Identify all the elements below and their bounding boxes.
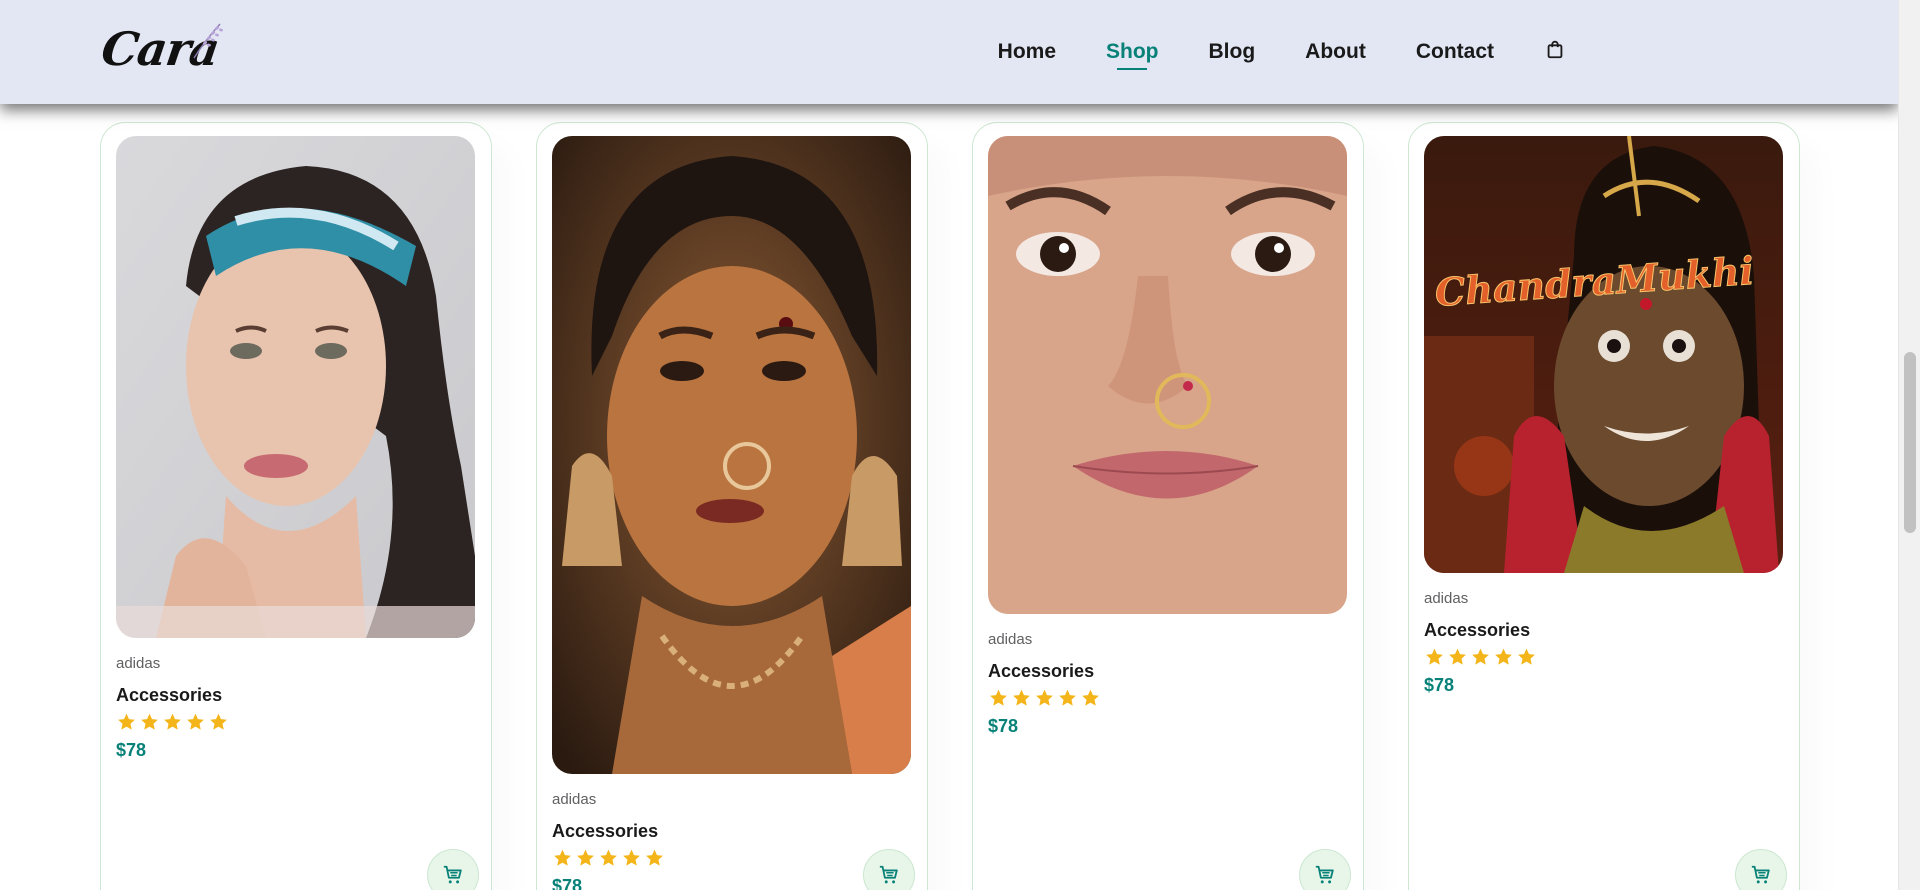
product-title: Accessories [1424, 620, 1531, 640]
star-icon [554, 849, 571, 866]
product-card[interactable]: ChandraMukhi adidas Accessories $78 [1408, 122, 1800, 890]
cart-icon [1751, 865, 1770, 884]
product-image-woman-with-nose-ring-and-earrings[interactable] [552, 136, 911, 774]
star-icon [1059, 689, 1076, 706]
product-price: $78 [1424, 675, 1455, 695]
product-title: Accessories [116, 685, 223, 705]
product-description: adidas Accessories $78 [552, 791, 667, 890]
product-rating [1424, 647, 1539, 667]
cart-icon [1315, 865, 1334, 884]
product-price: $78 [116, 740, 147, 760]
product-rating [116, 712, 231, 732]
nav-item-about: About [1305, 40, 1366, 64]
product-brand: adidas [552, 791, 597, 808]
star-icon [1082, 689, 1099, 706]
star-icon [1472, 648, 1489, 665]
product-rating [988, 688, 1103, 708]
product-brand: adidas [1424, 590, 1469, 607]
product-grid: adidas Accessories $78 adidas Accessorie… [100, 122, 1800, 890]
nav-link-shop[interactable]: Shop [1106, 40, 1159, 64]
star-icon [990, 689, 1007, 706]
star-icon [577, 849, 594, 866]
star-icon [623, 849, 640, 866]
nav-link-blog[interactable]: Blog [1209, 40, 1256, 64]
nav-link-home[interactable]: Home [998, 40, 1056, 64]
product-price: $78 [552, 876, 583, 890]
product-title: Accessories [552, 821, 659, 841]
nav-item-home: Home [998, 40, 1056, 64]
star-icon [118, 713, 135, 730]
product-card[interactable]: adidas Accessories $78 [100, 122, 492, 890]
product-brand: adidas [116, 655, 161, 672]
star-icon [141, 713, 158, 730]
lavender-sprig-icon [193, 23, 223, 59]
scrollbar-thumb[interactable] [1904, 352, 1916, 533]
star-icon [600, 849, 617, 866]
vertical-scrollbar[interactable] [1898, 0, 1920, 890]
add-to-cart-button[interactable] [427, 849, 479, 890]
product-image-closeup-nose-ring[interactable] [988, 136, 1347, 614]
logo[interactable]: Cara [98, 18, 226, 78]
product-brand: adidas [988, 631, 1033, 648]
nav-item-bag [1544, 38, 1566, 66]
star-icon [164, 713, 181, 730]
star-icon [1426, 648, 1443, 665]
shopping-bag-link[interactable] [1544, 38, 1566, 66]
add-to-cart-button[interactable] [863, 849, 915, 890]
product-description: adidas Accessories $78 [116, 655, 231, 761]
nav-item-contact: Contact [1416, 40, 1494, 64]
star-icon [1013, 689, 1030, 706]
nav-item-blog: Blog [1209, 40, 1256, 64]
product-image-woman-with-blue-headband[interactable] [116, 136, 475, 638]
star-icon [646, 849, 663, 866]
product-card[interactable]: adidas Accessories $78 [536, 122, 928, 890]
product-title: Accessories [988, 661, 1095, 681]
star-icon [1449, 648, 1466, 665]
star-icon [1495, 648, 1512, 665]
product-rating [552, 848, 667, 868]
add-to-cart-button[interactable] [1735, 849, 1787, 890]
cart-icon [879, 865, 898, 884]
main-nav: Home Shop Blog About Contact [998, 0, 1566, 104]
nav-link-contact[interactable]: Contact [1416, 40, 1494, 64]
product-image-chandramukhi-poster[interactable]: ChandraMukhi [1424, 136, 1783, 573]
site-header: Cara Home Shop Blog About Contact [0, 0, 1898, 104]
page: Cara Home Shop Blog About Contact adidas… [0, 0, 1898, 890]
shopping-bag-icon [1547, 40, 1563, 59]
star-icon [1036, 689, 1053, 706]
product-description: adidas Accessories $78 [988, 631, 1103, 737]
nav-link-about[interactable]: About [1305, 40, 1366, 64]
cart-icon [443, 865, 462, 884]
nav-item-shop: Shop [1106, 40, 1159, 64]
star-icon [1518, 648, 1535, 665]
add-to-cart-button[interactable] [1299, 849, 1351, 890]
product-card[interactable]: adidas Accessories $78 [972, 122, 1364, 890]
star-icon [187, 713, 204, 730]
product-price: $78 [988, 716, 1019, 736]
star-icon [210, 713, 227, 730]
product-description: adidas Accessories $78 [1424, 590, 1539, 696]
